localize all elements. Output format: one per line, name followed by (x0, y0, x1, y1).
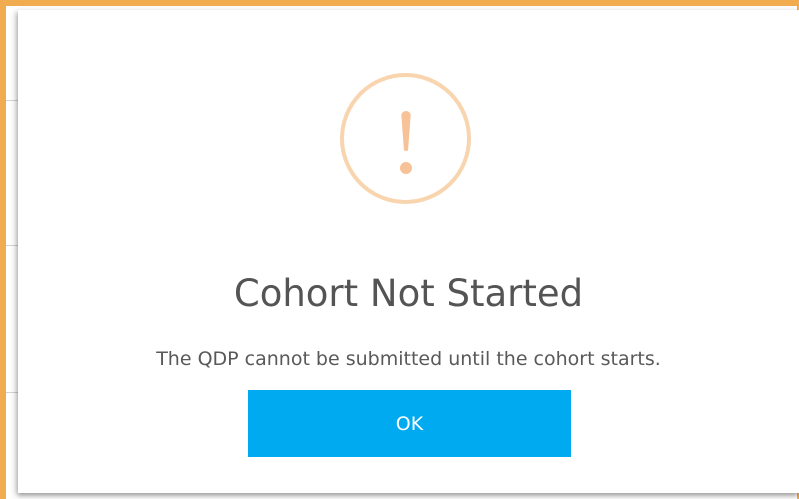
background-page (6, 6, 18, 499)
alert-dialog: Cohort Not Started The QDP cannot be sub… (18, 10, 799, 493)
ok-button[interactable]: OK (248, 390, 571, 457)
exclamation-icon (340, 73, 471, 204)
dialog-title: Cohort Not Started (233, 272, 584, 315)
screen: Cohort Not Started The QDP cannot be sub… (0, 0, 799, 499)
exclamation-bar (401, 111, 411, 151)
exclamation-dot (400, 162, 412, 174)
background-divider (6, 245, 18, 246)
background-divider (6, 100, 18, 101)
background-divider (6, 392, 18, 393)
dialog-message: The QDP cannot be submitted until the co… (156, 348, 661, 370)
